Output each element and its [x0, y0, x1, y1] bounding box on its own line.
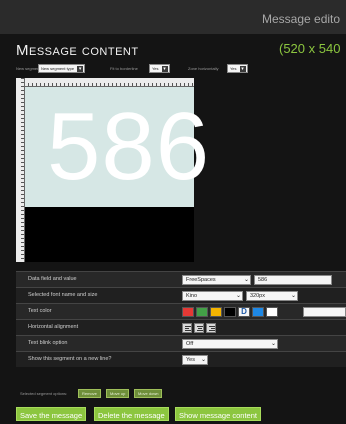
editor-title: Message edito	[262, 12, 341, 26]
vertical-ruler	[16, 78, 25, 262]
color-swatch-default[interactable]: D	[238, 307, 250, 317]
align-center-icon[interactable]	[194, 323, 204, 333]
chevron-down-icon: ⌄	[290, 293, 296, 299]
chevron-down-icon: ⌄	[243, 277, 249, 283]
color-swatch-green[interactable]	[196, 307, 208, 317]
section-title: Message content	[16, 42, 139, 59]
fit-border-label: Fit to borderline	[110, 66, 138, 71]
font-name-select[interactable]: Kino ⌄	[182, 291, 243, 301]
move-up-button[interactable]: Move up	[106, 389, 130, 398]
color-swatch-red[interactable]	[182, 307, 194, 317]
horizontal-ruler	[16, 78, 194, 87]
row-data-field: Data field and value FreeSpaces ⌄ 586	[16, 271, 346, 287]
remove-segment-button[interactable]: Remove	[78, 389, 101, 398]
zone-horizontal-select[interactable]: Yes ▾	[227, 64, 248, 73]
properties-panel: Data field and value FreeSpaces ⌄ 586 Se…	[16, 271, 346, 367]
data-field-label: Data field and value	[28, 276, 77, 282]
data-value-input[interactable]: 586	[254, 275, 332, 285]
show-message-button[interactable]: Show message content	[175, 407, 261, 421]
custom-color-input[interactable]	[303, 307, 346, 317]
chevron-down-icon: ▾	[161, 66, 168, 72]
segment-options-label: Selected segment options:	[20, 391, 68, 396]
action-bar: Save the message Delete the message Show…	[16, 407, 346, 423]
data-field-select[interactable]: FreeSpaces ⌄	[182, 275, 251, 285]
blink-label: Text blink option	[28, 340, 68, 346]
zone-horizontal-label: Zone horizontally	[188, 66, 219, 71]
text-color-label: Text color	[28, 308, 52, 314]
font-label: Selected font name and size	[28, 292, 98, 298]
row-blink: Text blink option Off ⌄	[16, 335, 346, 351]
color-swatch-black[interactable]	[224, 307, 236, 317]
new-line-label: Show this segment on a new line?	[28, 356, 112, 362]
new-segment-select[interactable]: New segment type ▾	[38, 64, 86, 73]
save-message-button[interactable]: Save the message	[16, 407, 87, 421]
chevron-down-icon: ▾	[77, 66, 84, 72]
color-swatch-blue[interactable]	[252, 307, 264, 317]
move-down-button[interactable]: Move down	[134, 389, 163, 398]
row-font: Selected font name and size Kino ⌄ 320px…	[16, 287, 346, 303]
selected-segment-options: Selected segment options: Remove Move up…	[16, 389, 346, 401]
new-line-select[interactable]: Yes ⌄	[182, 355, 208, 365]
chevron-down-icon: ▾	[239, 66, 246, 72]
blink-select[interactable]: Off ⌄	[182, 339, 278, 349]
top-bar: Message edito	[0, 0, 346, 34]
align-right-icon[interactable]	[206, 323, 216, 333]
alignment-label: Horizontal alignment	[28, 324, 79, 330]
delete-message-button[interactable]: Delete the message	[94, 407, 169, 421]
row-text-color: Text color D	[16, 303, 346, 319]
row-alignment: Horizontal alignment	[16, 319, 346, 335]
chevron-down-icon: ⌄	[200, 357, 206, 363]
segment-options-bar: New segment New segment type ▾ Fit to bo…	[16, 64, 346, 76]
fit-border-select[interactable]: Yes ▾	[149, 64, 170, 73]
align-left-icon[interactable]	[182, 323, 192, 333]
message-preview: 586	[16, 78, 209, 262]
new-segment-label: New segment	[16, 66, 41, 71]
chevron-down-icon: ⌄	[270, 341, 276, 347]
color-swatch-white[interactable]	[266, 307, 278, 317]
color-swatch-yellow[interactable]	[210, 307, 222, 317]
preview-text: 586	[47, 93, 211, 200]
chevron-down-icon: ⌄	[235, 293, 241, 299]
row-new-line: Show this segment on a new line? Yes ⌄	[16, 351, 346, 367]
preview-canvas[interactable]: 586	[25, 87, 209, 207]
canvas-size-label: (520 x 540	[279, 41, 341, 56]
font-size-select[interactable]: 320px ⌄	[246, 291, 298, 301]
